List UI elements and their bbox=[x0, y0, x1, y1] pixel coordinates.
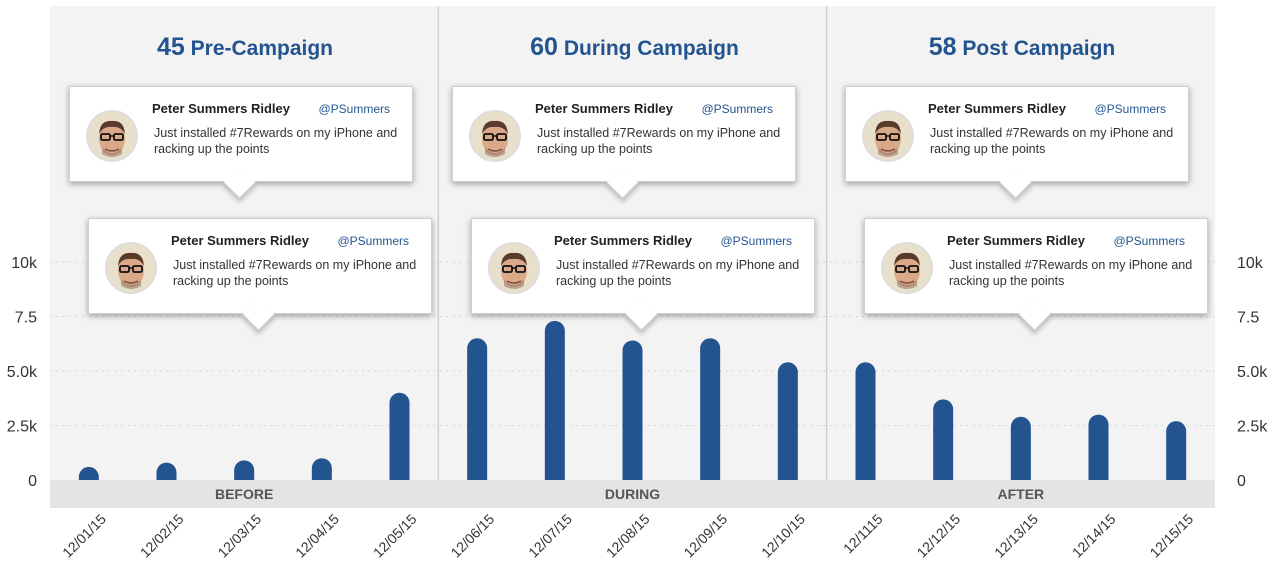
x-tick-label: 12/04/15 bbox=[292, 511, 342, 561]
x-tick-label: 12/15/15 bbox=[1146, 511, 1196, 561]
tweet-card[interactable]: Peter Summers Ridley @PSummers Just inst… bbox=[864, 218, 1208, 331]
phase-title-text: During Campaign bbox=[563, 37, 739, 60]
y-tick-label-right: 7.5 bbox=[1237, 310, 1259, 327]
phase-count: 60 bbox=[530, 33, 558, 61]
tweet-text: Just installed #7Rewards on my iPhone an… bbox=[556, 258, 800, 288]
bar bbox=[234, 460, 255, 480]
bar bbox=[1088, 414, 1109, 480]
y-tick-label-right: 2.5k bbox=[1237, 419, 1268, 436]
phase-title-text: Post Campaign bbox=[962, 37, 1116, 60]
avatar-face bbox=[883, 244, 931, 292]
x-tick-label: 12/02/15 bbox=[137, 511, 187, 561]
avatar-face bbox=[471, 112, 519, 160]
tweet-text: Just installed #7Rewards on my iPhone an… bbox=[537, 126, 781, 156]
tweet-card[interactable]: Peter Summers Ridley @PSummers Just inst… bbox=[69, 86, 413, 199]
phase-title-before: 45 Pre-Campaign bbox=[50, 33, 440, 67]
phase-label: BEFORE bbox=[215, 486, 273, 502]
phase-title-text: Pre-Campaign bbox=[190, 37, 334, 60]
bar bbox=[777, 362, 798, 480]
x-tick-label: 12/1115 bbox=[840, 511, 886, 557]
y-tick-label-right: 10k bbox=[1237, 255, 1264, 272]
y-tick-label-right: 0 bbox=[1237, 473, 1246, 490]
avatar bbox=[881, 242, 933, 294]
tweet-author-name: Peter Summers Ridley bbox=[554, 233, 693, 248]
bar bbox=[933, 399, 954, 480]
bar bbox=[855, 362, 876, 480]
tweet-text: Just installed #7Rewards on my iPhone an… bbox=[930, 126, 1174, 156]
tweet-card[interactable]: Peter Summers Ridley @PSummers Just inst… bbox=[845, 86, 1189, 199]
tweet-author-name: Peter Summers Ridley bbox=[535, 101, 674, 116]
y-tick-label-left: 7.5 bbox=[15, 310, 37, 327]
x-tick-label: 12/05/15 bbox=[370, 511, 420, 561]
avatar-face bbox=[107, 244, 155, 292]
phase-title-during: 60 During Campaign bbox=[442, 33, 827, 67]
phase-label: AFTER bbox=[997, 486, 1044, 502]
bar bbox=[1166, 421, 1187, 480]
tweet-author-handle[interactable]: @PSummers bbox=[1094, 102, 1166, 116]
tweet-author-handle[interactable]: @PSummers bbox=[720, 234, 792, 248]
avatar-face bbox=[88, 112, 136, 160]
bar bbox=[1010, 416, 1031, 480]
x-tick-label: 12/14/15 bbox=[1069, 511, 1119, 561]
tweet-author-handle[interactable]: @PSummers bbox=[337, 234, 409, 248]
phase-count: 45 bbox=[156, 33, 185, 61]
bar bbox=[622, 340, 643, 480]
phase-count: 58 bbox=[928, 33, 957, 61]
x-tick-label: 12/03/15 bbox=[214, 511, 264, 561]
phase-label: DURING bbox=[605, 486, 660, 502]
tweet-author-handle[interactable]: @PSummers bbox=[1113, 234, 1185, 248]
x-tick-label: 12/10/15 bbox=[758, 511, 808, 561]
tweet-author-name: Peter Summers Ridley bbox=[171, 233, 310, 248]
tweet-author-handle[interactable]: @PSummers bbox=[318, 102, 390, 116]
avatar-face bbox=[490, 244, 538, 292]
bar bbox=[700, 338, 721, 480]
x-tick-label: 12/08/15 bbox=[603, 511, 653, 561]
x-tick-label: 12/01/15 bbox=[59, 511, 109, 561]
y-tick-label-left: 0 bbox=[28, 473, 37, 490]
x-tick-label: 12/07/15 bbox=[525, 511, 575, 561]
x-tick-label: 12/09/15 bbox=[680, 511, 730, 561]
avatar bbox=[86, 110, 138, 162]
tweet-card[interactable]: Peter Summers Ridley @PSummers Just inst… bbox=[452, 86, 796, 199]
avatar bbox=[488, 242, 540, 294]
x-tick-label: 12/12/15 bbox=[913, 511, 963, 561]
bar bbox=[389, 392, 410, 480]
phase-title-after: 58 Post Campaign bbox=[829, 33, 1215, 67]
avatar bbox=[469, 110, 521, 162]
avatar-face bbox=[864, 112, 912, 160]
bar bbox=[544, 320, 565, 480]
tweet-author-handle[interactable]: @PSummers bbox=[701, 102, 773, 116]
tweet-author-name: Peter Summers Ridley bbox=[947, 233, 1086, 248]
tweet-text: Just installed #7Rewards on my iPhone an… bbox=[154, 126, 398, 156]
y-tick-label-left: 10k bbox=[11, 255, 38, 272]
x-tick-label: 12/13/15 bbox=[991, 511, 1041, 561]
tweet-author-name: Peter Summers Ridley bbox=[928, 101, 1067, 116]
tweet-author-name: Peter Summers Ridley bbox=[152, 101, 291, 116]
bar bbox=[467, 338, 488, 480]
x-tick-label: 12/06/15 bbox=[447, 511, 497, 561]
avatar bbox=[862, 110, 914, 162]
bar bbox=[311, 458, 332, 480]
y-tick-label-left: 5.0k bbox=[7, 364, 38, 381]
tweet-text: Just installed #7Rewards on my iPhone an… bbox=[173, 258, 417, 288]
y-tick-label-left: 2.5k bbox=[7, 419, 38, 436]
tweet-text: Just installed #7Rewards on my iPhone an… bbox=[949, 258, 1193, 288]
tweet-card[interactable]: Peter Summers Ridley @PSummers Just inst… bbox=[471, 218, 815, 331]
tweet-card[interactable]: Peter Summers Ridley @PSummers Just inst… bbox=[88, 218, 432, 331]
y-tick-label-right: 5.0k bbox=[1237, 364, 1268, 381]
avatar bbox=[105, 242, 157, 294]
